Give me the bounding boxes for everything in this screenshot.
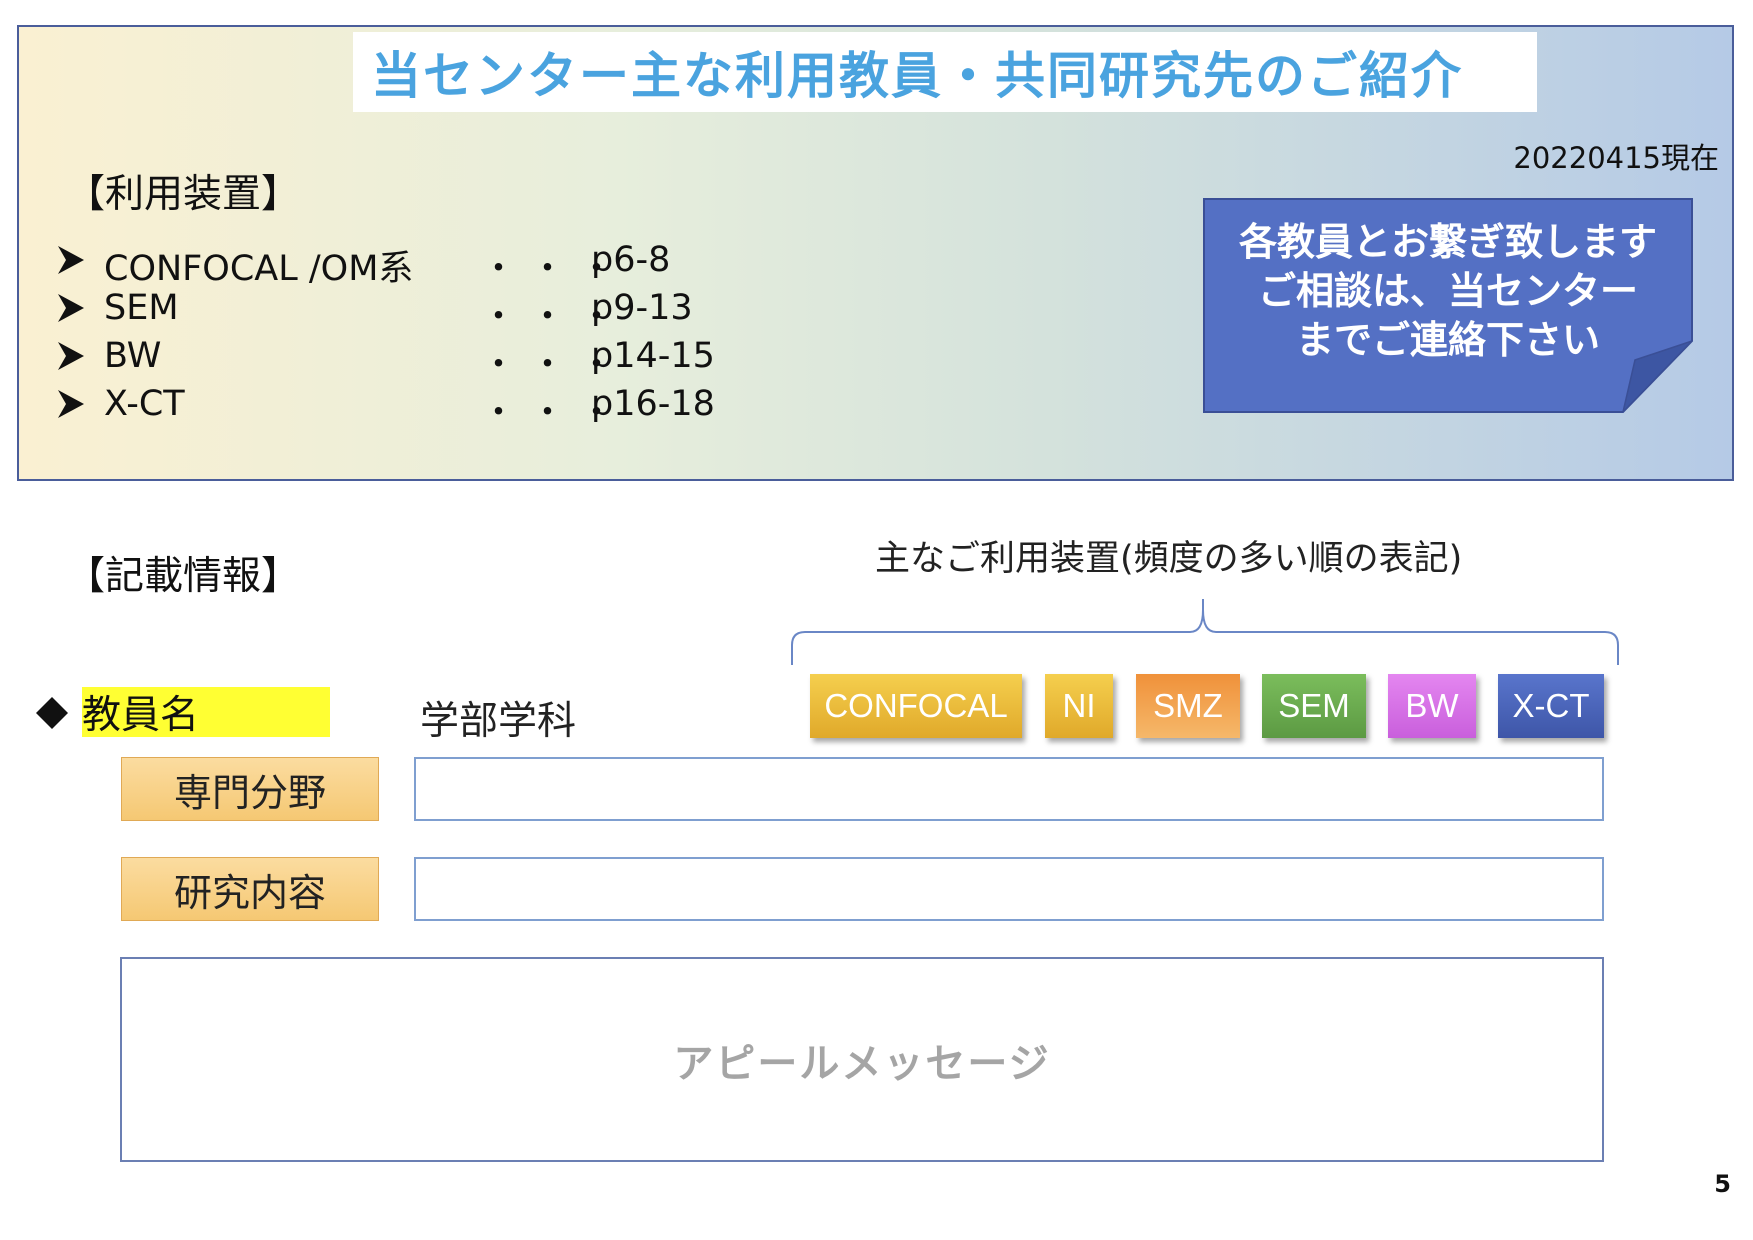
specialty-field[interactable] xyxy=(414,757,1604,821)
device-pages: p14-15 xyxy=(591,336,715,376)
device-pages: p9-13 xyxy=(591,288,693,328)
device-item: CONFOCAL /OM系 ・・・ p6-8 xyxy=(56,240,856,289)
device-name: SEM xyxy=(104,288,179,328)
department-label: 学部学科 xyxy=(420,699,577,744)
diamond-bullet-icon xyxy=(36,697,68,729)
curly-brace-icon xyxy=(791,599,1619,665)
as-of-date: 20220415現在 xyxy=(1513,141,1719,175)
faculty-name-label: 教員名 xyxy=(82,687,330,738)
device-pages: p16-18 xyxy=(591,384,715,424)
callout-line: までご連絡下さい xyxy=(1295,318,1600,362)
arrow-bullet-icon xyxy=(58,390,84,418)
appeal-message-box[interactable]: アピールメッセージ xyxy=(120,957,1604,1162)
page-title: 当センター主な利用教員・共同研究先のご紹介 xyxy=(371,47,1463,105)
badge-xct: X-CT xyxy=(1498,674,1604,738)
device-name: X-CT xyxy=(104,384,185,424)
callout-line: ご相談は、当センター xyxy=(1257,269,1638,313)
device-item: BW ・・・ p14-15 xyxy=(56,336,856,385)
badge-smz: SMZ xyxy=(1136,674,1240,738)
research-label: 研究内容 xyxy=(121,857,379,921)
page-number: 5 xyxy=(1714,1170,1731,1198)
device-name: BW xyxy=(104,336,162,376)
device-item: SEM ・・・ p9-13 xyxy=(56,288,856,337)
arrow-bullet-icon xyxy=(58,342,84,370)
brace-caption: 主なご利用装置(頻度の多い順の表記) xyxy=(875,539,1463,579)
specialty-label: 専門分野 xyxy=(121,757,379,821)
device-pages: p6-8 xyxy=(591,240,671,280)
callout-line: 各教員とお繋ぎ致します xyxy=(1238,220,1657,264)
arrow-bullet-icon xyxy=(58,294,84,322)
title-box: 当センター主な利用教員・共同研究先のご紹介 xyxy=(353,32,1537,112)
badge-bw: BW xyxy=(1388,674,1476,738)
badge-sem: SEM xyxy=(1262,674,1366,738)
info-heading: 【記載情報】 xyxy=(66,554,301,599)
callout-text: 各教員とお繋ぎ致します ご相談は、当センター までご連絡下さい xyxy=(1203,218,1693,365)
badge-confocal: CONFOCAL xyxy=(810,674,1022,738)
research-field[interactable] xyxy=(414,857,1604,921)
device-item: X-CT ・・・ p16-18 xyxy=(56,384,856,433)
device-name: CONFOCAL /OM系 xyxy=(104,249,414,289)
arrow-bullet-icon xyxy=(58,246,84,274)
appeal-placeholder: アピールメッセージ xyxy=(673,1040,1051,1087)
devices-heading: 【利用装置】 xyxy=(66,172,301,217)
badge-ni: NI xyxy=(1045,674,1113,738)
